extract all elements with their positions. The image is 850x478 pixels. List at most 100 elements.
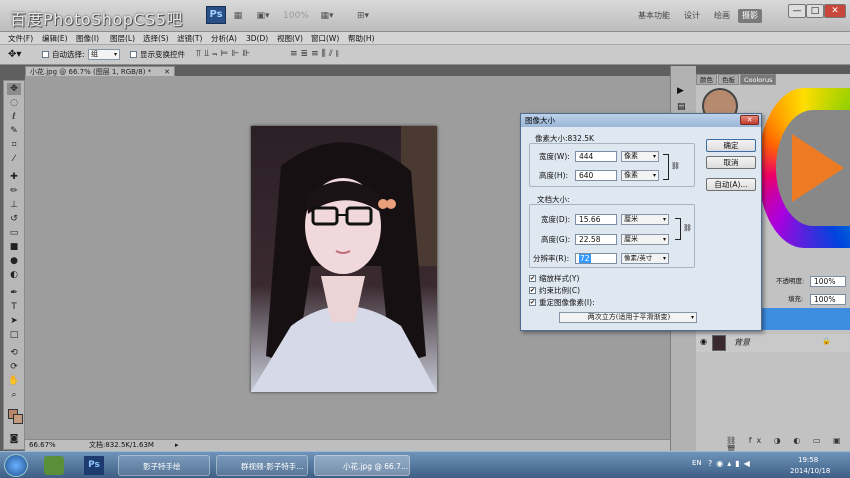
type-tool-icon[interactable]: T — [7, 301, 21, 313]
clock-time[interactable]: 19:58 — [798, 456, 818, 464]
task-group-video[interactable]: 群视频-影子特手... — [216, 455, 308, 476]
hand-tool-icon[interactable]: ✋ — [7, 375, 21, 387]
dialog-close-button[interactable]: ✕ — [740, 115, 759, 125]
auto-select-dropdown[interactable]: 组 ▾ — [88, 49, 120, 60]
cancel-button[interactable]: 取消 — [706, 156, 756, 169]
auto-button[interactable]: 自动(A)... — [706, 178, 756, 191]
task-handdrawing[interactable]: 影子特手绘 — [118, 455, 210, 476]
show-transform-checkbox[interactable] — [130, 51, 137, 58]
status-bar: 66.67% 文档:832.5K/1.63M ▸ — [25, 439, 670, 451]
menu-3d[interactable]: 3D(D) — [246, 32, 268, 45]
resample-method-select[interactable]: 两次立方(适用于平滑渐变) ▾ — [559, 312, 697, 323]
menu-edit[interactable]: 编辑(E) — [42, 32, 68, 45]
doc-height-unit-select[interactable]: 厘米 ▾ — [621, 234, 669, 245]
tab-color[interactable]: 颜色 — [696, 74, 717, 85]
menu-layer[interactable]: 图层(L) — [110, 32, 135, 45]
eye-icon[interactable]: ◉ — [700, 337, 707, 346]
status-zoom[interactable]: 66.67% — [29, 440, 56, 451]
menu-select[interactable]: 选择(S) — [143, 32, 169, 45]
gradient-tool-icon[interactable]: ■ — [7, 241, 21, 253]
workspace-essentials[interactable]: 基本功能 — [634, 9, 674, 23]
scale-styles-checkbox[interactable]: ✔ — [529, 275, 536, 282]
tab-swatches[interactable]: 色板 — [718, 74, 739, 85]
ok-button[interactable]: 确定 — [706, 139, 756, 152]
healing-brush-icon[interactable]: ✚ — [7, 171, 21, 183]
photo-canvas[interactable] — [251, 126, 437, 392]
pinned-app-icon[interactable] — [44, 456, 64, 475]
move-tool-icon[interactable]: ✥ — [7, 83, 21, 95]
zoom-level[interactable]: 100% — [282, 8, 310, 24]
task-photoshop-doc[interactable]: 小花.jpg @ 66.7... — [314, 455, 410, 476]
width-unit-value: 像素 — [624, 152, 638, 160]
history-panel-icon[interactable]: ▶ — [677, 86, 684, 96]
distribute-buttons[interactable]: ≡≣≡⫼⫽⫾ — [290, 49, 342, 59]
doc-width-input[interactable]: 15.66 — [575, 214, 617, 225]
auto-select-checkbox[interactable] — [42, 51, 49, 58]
menu-image[interactable]: 图像(I) — [76, 32, 99, 45]
scale-styles-label: 缩放样式(Y) — [539, 274, 580, 283]
eraser-tool-icon[interactable]: ▭ — [7, 227, 21, 239]
workspace-painting[interactable]: 绘画 — [710, 9, 734, 23]
menu-filter[interactable]: 滤镜(T) — [177, 32, 202, 45]
minimize-button[interactable]: — — [788, 4, 806, 18]
menu-help[interactable]: 帮助(H) — [348, 32, 375, 45]
quick-select-tool-icon[interactable]: ✎ — [7, 125, 21, 137]
layer-row-background[interactable]: ◉ 背景 🔒 — [696, 334, 850, 352]
history-brush-icon[interactable]: ↺ — [7, 213, 21, 225]
screen-mode-icon[interactable]: ⊞▾ — [352, 8, 374, 24]
height-unit-select[interactable]: 像素 ▾ — [621, 170, 659, 181]
constrain-checkbox[interactable]: ✔ — [529, 287, 536, 294]
resolution-value: 72 — [579, 254, 591, 263]
path-select-tool-icon[interactable]: ➤ — [7, 315, 21, 327]
arrange-docs-icon[interactable]: ▦▾ — [316, 8, 338, 24]
3d-rotate-tool-icon[interactable]: ⟲ — [7, 347, 21, 359]
lasso-tool-icon[interactable]: ℓ — [7, 111, 21, 123]
align-buttons[interactable]: ⫪⫫⫬⊨⊩⊪ — [196, 49, 253, 59]
tab-coolorus[interactable]: Coolorus — [740, 74, 777, 85]
marquee-tool-icon[interactable]: ◌ — [7, 97, 21, 109]
move-tool-icon[interactable]: ✥▾ — [8, 49, 21, 60]
height-input[interactable]: 640 — [575, 170, 617, 181]
resolution-unit-select[interactable]: 像素/英寸 ▾ — [621, 253, 669, 264]
background-color-swatch[interactable] — [13, 414, 23, 424]
tray-icons[interactable]: ?◉▴▮◀ — [708, 459, 754, 468]
3d-orbit-tool-icon[interactable]: ⟳ — [7, 361, 21, 373]
blur-tool-icon[interactable]: ● — [7, 255, 21, 267]
doc-height-input[interactable]: 22.58 — [575, 234, 617, 245]
close-button[interactable]: ✕ — [824, 4, 846, 18]
start-button[interactable] — [4, 454, 28, 477]
language-indicator[interactable]: EN — [692, 459, 702, 467]
workspace-photography[interactable]: 摄影 — [738, 9, 762, 23]
width-input[interactable]: 444 — [575, 151, 617, 162]
doc-width-unit-select[interactable]: 厘米 ▾ — [621, 214, 669, 225]
menu-view[interactable]: 视图(V) — [277, 32, 303, 45]
color-triangle[interactable] — [792, 134, 844, 202]
fill-input[interactable]: 100% — [810, 294, 846, 305]
menu-analysis[interactable]: 分析(A) — [211, 32, 237, 45]
quick-mask-icon[interactable]: ◙ — [7, 433, 21, 445]
width-unit-select[interactable]: 像素 ▾ — [621, 151, 659, 162]
view-extras-icon[interactable]: ▣▾ — [252, 8, 274, 24]
zoom-tool-icon[interactable]: ⌕ — [7, 389, 21, 401]
menu-window[interactable]: 窗口(W) — [311, 32, 339, 45]
opacity-input[interactable]: 100% — [810, 276, 846, 287]
pen-tool-icon[interactable]: ✒ — [7, 287, 21, 299]
clone-stamp-icon[interactable]: ⊥ — [7, 199, 21, 211]
workspace-design[interactable]: 设计 — [680, 9, 704, 23]
resample-checkbox[interactable]: ✔ — [529, 299, 536, 306]
brush-tool-icon[interactable]: ✏ — [7, 185, 21, 197]
clock-date[interactable]: 2014/10/18 — [790, 467, 830, 475]
panel-header-bar — [696, 66, 850, 74]
resolution-input[interactable]: 72 — [575, 253, 617, 264]
menu-file[interactable]: 文件(F) — [8, 32, 33, 45]
maximize-button[interactable]: □ — [806, 4, 824, 18]
actions-panel-icon[interactable]: ▤ — [677, 102, 686, 112]
bridge-icon[interactable]: ▦ — [232, 8, 244, 24]
shape-tool-icon[interactable]: □ — [7, 329, 21, 341]
eyedropper-tool-icon[interactable]: ⁄ — [7, 153, 21, 165]
status-menu-arrow-icon[interactable]: ▸ — [175, 440, 179, 451]
dodge-tool-icon[interactable]: ◐ — [7, 269, 21, 281]
crop-tool-icon[interactable]: ⌗ — [7, 139, 21, 151]
image-size-dialog: 图像大小 ✕ 像素大小:832.5K 宽度(W): 444 像素 ▾ 高度(H):… — [520, 113, 762, 331]
photoshop-taskbar-icon[interactable]: Ps — [84, 456, 104, 475]
